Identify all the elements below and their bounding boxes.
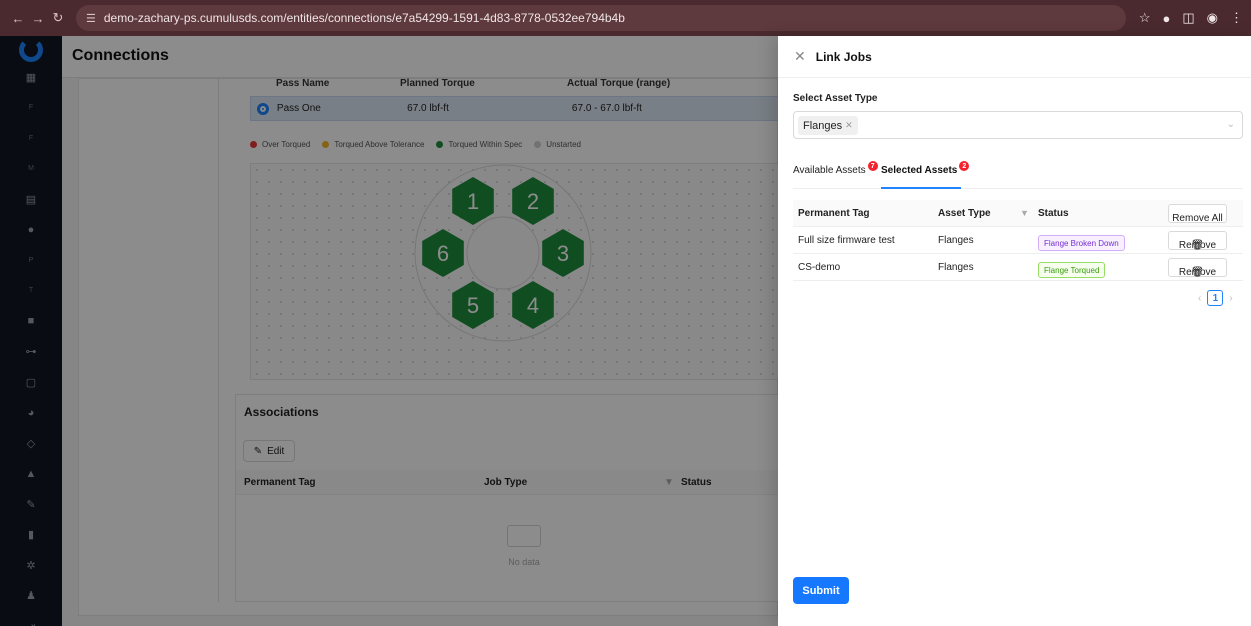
status-badge: Flange Broken Down bbox=[1038, 235, 1125, 251]
table-header: Permanent Tag Asset Type ▼ Status Remove… bbox=[793, 200, 1243, 227]
back-icon[interactable]: ← bbox=[8, 11, 28, 26]
row-tag: Full size firmware test bbox=[798, 235, 895, 246]
profile-icon[interactable]: ◉ bbox=[1207, 10, 1218, 26]
extension-icon[interactable]: ● bbox=[1163, 11, 1171, 26]
chevron-down-icon[interactable]: ⌄ bbox=[1227, 119, 1235, 130]
asset-type-label: Select Asset Type bbox=[793, 93, 878, 104]
table-row: CS-demo Flanges Flange Torqued 🗑 Remove bbox=[793, 254, 1243, 281]
remove-label: Remove bbox=[1178, 240, 1217, 251]
count-badge: 7 bbox=[867, 161, 878, 171]
col-status: Status bbox=[1038, 208, 1069, 219]
browser-toolbar: ← → ↻ ☰ demo-zachary-ps.cumulusds.com/en… bbox=[0, 0, 1251, 36]
tab-label: Available Assets bbox=[793, 165, 866, 176]
browser-menu-icon[interactable]: ⋮ bbox=[1230, 10, 1243, 26]
col-asset-type: Asset Type bbox=[938, 208, 991, 219]
tab-selected-assets[interactable]: Selected Assets 2 bbox=[881, 161, 970, 176]
active-tab-indicator bbox=[881, 187, 961, 189]
drawer-title: Link Jobs bbox=[815, 49, 872, 64]
row-tag: CS-demo bbox=[798, 262, 841, 273]
submit-button[interactable]: Submit bbox=[793, 577, 849, 604]
reload-icon[interactable]: ↻ bbox=[48, 10, 68, 26]
submit-label: Submit bbox=[802, 584, 840, 597]
page-number[interactable]: 1 bbox=[1207, 290, 1224, 306]
asset-tabs: Available Assets 7 Selected Assets 2 bbox=[793, 161, 1243, 189]
remove-tag-icon[interactable]: ✕ bbox=[845, 120, 853, 131]
url-text: demo-zachary-ps.cumulusds.com/entities/c… bbox=[103, 11, 625, 25]
next-page-icon[interactable]: › bbox=[1229, 293, 1232, 304]
remove-all-button[interactable]: Remove All bbox=[1168, 204, 1227, 224]
drawer-header: ✕ Link Jobs bbox=[778, 36, 1251, 78]
forward-icon[interactable]: → bbox=[28, 11, 48, 26]
row-type: Flanges bbox=[938, 262, 974, 273]
remove-button[interactable]: 🗑 Remove bbox=[1168, 231, 1227, 251]
site-settings-icon[interactable]: ☰ bbox=[86, 12, 96, 25]
col-permanent-tag: Permanent Tag bbox=[798, 208, 870, 219]
status-badge: Flange Torqued bbox=[1038, 262, 1106, 278]
prev-page-icon[interactable]: ‹ bbox=[1198, 293, 1201, 304]
selected-tag: Flanges ✕ bbox=[798, 116, 858, 135]
selected-tag-label: Flanges bbox=[803, 119, 843, 132]
filter-icon[interactable]: ▼ bbox=[1020, 208, 1029, 218]
modal-overlay[interactable] bbox=[0, 36, 778, 626]
remove-button[interactable]: 🗑 Remove bbox=[1168, 258, 1227, 278]
extensions-puzzle-icon[interactable]: ◫ bbox=[1182, 10, 1194, 26]
pagination: ‹ 1 › bbox=[1198, 290, 1233, 306]
tab-available-assets[interactable]: Available Assets 7 bbox=[793, 161, 878, 176]
selected-assets-table: Permanent Tag Asset Type ▼ Status Remove… bbox=[793, 200, 1243, 281]
table-row: Full size firmware test Flanges Flange B… bbox=[793, 227, 1243, 254]
tab-label: Selected Assets bbox=[881, 165, 958, 176]
asset-type-select[interactable]: Flanges ✕ ⌄ bbox=[793, 111, 1243, 139]
remove-all-label: Remove All bbox=[1172, 213, 1223, 224]
row-type: Flanges bbox=[938, 235, 974, 246]
close-icon[interactable]: ✕ bbox=[794, 48, 806, 65]
bookmark-star-icon[interactable]: ☆ bbox=[1139, 10, 1151, 26]
link-jobs-drawer: ✕ Link Jobs Select Asset Type Flanges ✕ … bbox=[778, 36, 1251, 626]
count-badge: 2 bbox=[959, 161, 970, 171]
address-bar[interactable]: ☰ demo-zachary-ps.cumulusds.com/entities… bbox=[76, 5, 1126, 31]
remove-label: Remove bbox=[1178, 267, 1217, 278]
